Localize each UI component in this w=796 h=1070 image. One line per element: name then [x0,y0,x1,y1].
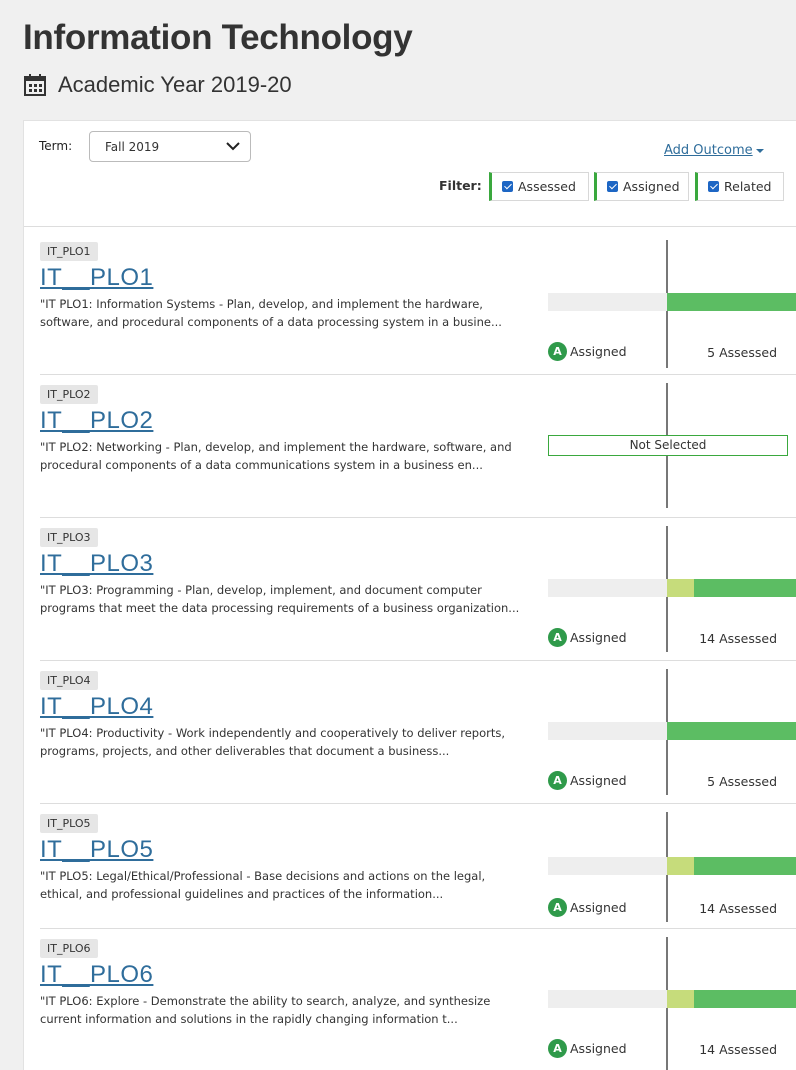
status-label: Assigned [570,630,627,645]
outcome-link[interactable]: IT__PLO3 [40,550,153,578]
assigned-badge-icon: A [548,1039,567,1058]
calendar-icon [24,74,46,96]
outcome-description: "IT PLO2: Networking - Plan, develop, an… [40,440,512,472]
assessed-count: 14 Assessed [699,1042,777,1057]
status-assigned: A Assigned [548,771,627,790]
status-label: Assigned [570,773,627,788]
outcome-link[interactable]: IT__PLO2 [40,407,153,435]
outcome-row: IT_PLO5 IT__PLO5 "IT PLO5: Legal/Ethical… [40,804,796,929]
checkbox-checked-icon[interactable] [708,181,719,192]
outcome-tag: IT_PLO1 [40,242,98,261]
filter-related[interactable]: Related [695,172,784,201]
status-label: Assigned [570,344,627,359]
assigned-badge-icon: A [548,898,567,917]
outcome-link[interactable]: IT__PLO4 [40,693,153,721]
outcome-description: "IT PLO6: Explore - Demonstrate the abil… [40,994,491,1026]
caret-down-icon [755,148,764,153]
add-outcome-label: Add Outcome [664,143,753,158]
assessed-count: 14 Assessed [699,631,777,646]
filter-label: Filter: [439,178,482,193]
outcome-tag: IT_PLO5 [40,814,98,833]
add-outcome-button[interactable]: Add Outcome [664,143,764,158]
filter-assigned-label: Assigned [623,179,680,194]
term-select-value: Fall 2019 [105,139,160,154]
progress-bar [548,990,796,1008]
academic-year-row: Academic Year 2019-20 [24,72,292,98]
progress-partial [667,579,694,597]
filter-assessed[interactable]: Assessed [489,172,589,201]
chevron-down-icon [226,142,240,151]
filter-assessed-label: Assessed [518,179,576,194]
status-assigned: A Assigned [548,342,627,361]
progress-fill [667,722,796,740]
page-title: Information Technology [23,18,413,57]
progress-bar [548,722,796,740]
status-assigned: A Assigned [548,1039,627,1058]
outcome-link[interactable]: IT__PLO5 [40,836,153,864]
assigned-badge-icon: A [548,342,567,361]
outcome-link[interactable]: IT__PLO6 [40,961,153,989]
term-label: Term: [39,139,73,153]
outcomes-panel: Term: Fall 2019 Add Outcome Filter: Asse… [23,120,796,1070]
outcome-link[interactable]: IT__PLO1 [40,264,153,292]
progress-fill [694,857,796,875]
outcome-row: IT_PLO6 IT__PLO6 "IT PLO6: Explore - Dem… [40,929,796,1070]
not-selected-badge: Not Selected [548,435,788,456]
outcome-row: IT_PLO4 IT__PLO4 "IT PLO4: Productivity … [40,661,796,804]
outcome-row: IT_PLO3 IT__PLO3 "IT PLO3: Programming -… [40,518,796,661]
filter-assigned[interactable]: Assigned [594,172,689,201]
outcome-description: "IT PLO4: Productivity - Work independen… [40,726,506,758]
outcome-row: IT_PLO2 IT__PLO2 "IT PLO2: Networking - … [40,375,796,518]
progress-bar [548,857,796,875]
outcome-tag: IT_PLO3 [40,528,98,547]
outcome-description: "IT PLO1: Information Systems - Plan, de… [40,297,502,329]
progress-fill [694,579,796,597]
status-assigned: A Assigned [548,898,627,917]
progress-partial [667,857,694,875]
outcome-tag: IT_PLO4 [40,671,98,690]
status-label: Assigned [570,1041,627,1056]
checkbox-checked-icon[interactable] [502,181,513,192]
filter-related-label: Related [724,179,772,194]
academic-year: Academic Year 2019-20 [58,72,292,97]
progress-partial [667,990,694,1008]
status-label: Assigned [570,900,627,915]
divider [24,226,796,227]
progress-bar [548,293,796,311]
assigned-badge-icon: A [548,628,567,647]
progress-fill [694,990,796,1008]
status-assigned: A Assigned [548,628,627,647]
outcome-tag: IT_PLO2 [40,385,98,404]
assessed-count: 5 Assessed [707,345,777,360]
outcome-description: "IT PLO3: Programming - Plan, develop, i… [40,583,520,615]
assigned-badge-icon: A [548,771,567,790]
progress-bar [548,579,796,597]
progress-fill [667,293,796,311]
assessed-count: 5 Assessed [707,774,777,789]
outcome-row: IT_PLO1 IT__PLO1 "IT PLO1: Information S… [40,232,796,375]
checkbox-checked-icon[interactable] [607,181,618,192]
term-select[interactable]: Fall 2019 [89,131,251,162]
outcome-tag: IT_PLO6 [40,939,98,958]
outcome-description: "IT PLO5: Legal/Ethical/Professional - B… [40,869,486,901]
assessed-count: 14 Assessed [699,901,777,916]
